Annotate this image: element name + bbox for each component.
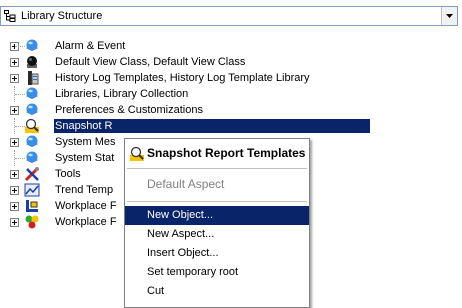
tree-item-label: Workplace F xyxy=(55,216,117,228)
expand-icon[interactable] xyxy=(10,218,19,227)
black-sphere-icon xyxy=(27,56,37,68)
workplace-plugin-icon xyxy=(25,215,39,229)
menu-separator xyxy=(127,201,307,202)
dropdown-label: Library Structure xyxy=(21,10,103,22)
context-menu-title: Snapshot Report Templates xyxy=(147,146,306,160)
expand-icon[interactable] xyxy=(10,202,19,211)
tree-item[interactable]: History Log Templates, History Log Templ… xyxy=(0,70,462,86)
menu-item-label: New Object... xyxy=(147,209,214,221)
tree-item-label: Snapshot R xyxy=(54,119,114,133)
menu-item-default-aspect: Default Aspect xyxy=(125,175,309,194)
tree-item-label: Libraries, Library Collection xyxy=(55,88,189,100)
snapshot-report-icon xyxy=(25,118,39,133)
sphere-icon xyxy=(26,135,38,147)
tree-item-selected[interactable]: Snapshot R xyxy=(0,118,462,134)
expand-icon[interactable] xyxy=(10,58,19,67)
menu-item-label: Set temporary root xyxy=(147,266,239,278)
menu-separator xyxy=(127,168,307,169)
expand-icon[interactable] xyxy=(10,170,19,179)
menu-item-label: Default Aspect xyxy=(147,177,225,191)
tools-icon xyxy=(24,167,39,182)
tree-item-label: Workplace F xyxy=(55,200,117,212)
context-menu-header: Snapshot Report Templates xyxy=(125,139,309,168)
tree-item-label: Default View Class, Default View Class xyxy=(55,56,246,68)
library-structure-dropdown[interactable]: Library Structure xyxy=(0,6,458,26)
sphere-icon xyxy=(26,39,38,51)
tree-item-label: Preferences & Customizations xyxy=(55,104,203,116)
sphere-icon xyxy=(26,87,38,99)
menu-item-label: Insert Object... xyxy=(147,247,219,259)
tree-item-label: Trend Temp xyxy=(55,184,114,196)
menu-item-cut[interactable]: Cut xyxy=(125,282,309,301)
tree-item-label: System Stat xyxy=(55,152,115,164)
snapshot-report-icon xyxy=(130,146,144,161)
context-menu: Snapshot Report Templates Default Aspect… xyxy=(124,138,310,308)
sphere-icon xyxy=(26,103,38,115)
tree-item-label: System Mes xyxy=(55,136,116,148)
sphere-icon xyxy=(26,151,38,163)
tree-item[interactable]: Libraries, Library Collection xyxy=(0,86,462,102)
tree-item[interactable]: Default View Class, Default View Class xyxy=(0,54,462,70)
expand-icon[interactable] xyxy=(10,106,19,115)
trend-icon xyxy=(24,183,40,197)
dropdown-arrow-button[interactable] xyxy=(441,7,457,25)
expand-icon[interactable] xyxy=(10,138,19,147)
menu-item-new-aspect[interactable]: New Aspect... xyxy=(125,225,309,244)
tree-item-label: Alarm & Event xyxy=(55,40,126,52)
tree-item-label: History Log Templates, History Log Templ… xyxy=(55,72,310,84)
chevron-down-icon xyxy=(446,14,453,18)
tree-item[interactable]: Preferences & Customizations xyxy=(0,102,462,118)
workplace-icon xyxy=(26,200,38,212)
expand-icon[interactable] xyxy=(10,74,19,83)
tree-item-label: Tools xyxy=(55,168,81,180)
expand-icon[interactable] xyxy=(10,186,19,195)
menu-item-label: New Aspect... xyxy=(147,228,215,240)
menu-item-label: Cut xyxy=(147,285,165,297)
menu-item-set-temporary-root[interactable]: Set temporary root xyxy=(125,263,309,282)
tree-item[interactable]: Alarm & Event xyxy=(0,38,462,54)
menu-item-insert-object[interactable]: Insert Object... xyxy=(125,244,309,263)
tree-structure-icon xyxy=(4,10,16,22)
menu-item-new-object[interactable]: New Object... xyxy=(125,206,309,225)
history-log-icon xyxy=(28,71,39,85)
